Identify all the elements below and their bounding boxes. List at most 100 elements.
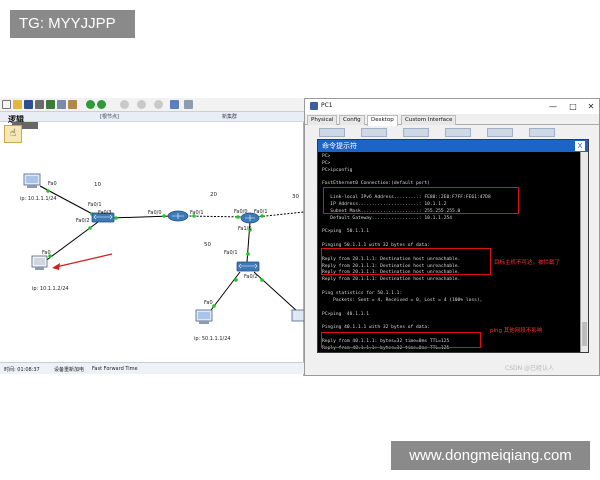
cmd-output-line: FastEthernet0 Connection:(default port) [322, 181, 430, 187]
cmd-output-line: PC>ipconfig [322, 167, 353, 173]
zoom-in-icon[interactable] [120, 100, 129, 109]
link-light [246, 252, 250, 256]
command-prompt-titlebar[interactable]: 命令提示符 X [318, 140, 588, 152]
annotation-box-reply-ok [321, 332, 481, 348]
cmd-output-line: PC> [322, 160, 331, 166]
main-toolbar [0, 98, 304, 112]
cmd-output-line: Reply from 20.1.1.1: Destination host un… [322, 277, 461, 283]
annotation-note-ping-ok: ping 其他网段不影响 [490, 328, 543, 334]
palette-icon[interactable] [170, 100, 179, 109]
network-20-label: 20 [210, 192, 217, 198]
tab-config[interactable]: Config [339, 115, 365, 125]
pc1-window: PC1 — □ ✕ Physical Config Desktop Custom… [304, 98, 600, 376]
pc-app-icon [310, 102, 318, 110]
pc-mid-ip-label: ip: 10.1.1.2/24 [32, 286, 69, 292]
save-icon[interactable] [24, 100, 33, 109]
network-30-label: 30 [292, 194, 299, 200]
scrollbar-thumb[interactable] [582, 322, 587, 346]
topology-canvas[interactable]: Fa0 ip: 10.1.1.1/24 Fa0 ip: 10.1.1.2/24 … [0, 122, 304, 362]
port-label: Fa0 [42, 250, 51, 256]
pc-top-icon[interactable] [23, 173, 41, 188]
undo-icon[interactable] [86, 100, 95, 109]
desktop-app-icon[interactable] [319, 128, 345, 137]
command-prompt-title: 命令提示符 [322, 142, 357, 150]
zoom-out-icon[interactable] [154, 100, 163, 109]
link-switch2-right [253, 271, 299, 313]
port-label: Fa0 [48, 181, 57, 187]
command-prompt-scrollbar[interactable] [580, 152, 588, 352]
desktop-app-icon[interactable] [361, 128, 387, 137]
telegram-watermark: TG: MYYJJPP [10, 10, 135, 38]
link-light [46, 189, 50, 193]
link-light [114, 216, 118, 220]
pc-right-icon[interactable] [291, 309, 304, 322]
copy-icon[interactable] [57, 100, 66, 109]
cmd-output-line: Default Gateway.................: 10.1.1… [322, 215, 452, 221]
cmd-output-line: Pinging 40.1.1.1 with 32 bytes of data: [322, 325, 430, 331]
root-node-label[interactable]: [根节点] [100, 113, 119, 120]
minimize-button[interactable]: — [545, 100, 561, 113]
logical-workspace-bar: [根节点] 新集群 [0, 112, 304, 122]
sim-time: 时间: 01:08:37 [4, 367, 40, 373]
zoom-reset-icon[interactable] [137, 100, 146, 109]
link-light [88, 226, 92, 230]
csdn-author-watermark: CSDN @已经认人 [505, 365, 555, 372]
new-cluster-label[interactable]: 新集群 [222, 113, 237, 120]
port-label: Fa0 [204, 300, 213, 306]
cmd-output-line: Packets: Sent = 4, Received = 0, Lost = … [322, 297, 483, 303]
tab-custom-interface[interactable]: Custom Interface [401, 115, 457, 125]
command-prompt-close-button[interactable]: X [575, 141, 585, 151]
router1-icon[interactable] [167, 210, 189, 222]
desktop-app-icon[interactable] [529, 128, 555, 137]
port-label: Fa0/1 [254, 209, 268, 215]
annotation-arrow [55, 253, 113, 268]
new-file-icon[interactable] [2, 100, 11, 109]
network-50-label: 50 [204, 242, 211, 248]
network-10-label: 10 [94, 182, 101, 188]
cmd-output-line: Ping statistics for 50.1.1.1: [322, 291, 403, 296]
port-label: Fa0/1 [190, 210, 204, 216]
switch2-icon[interactable] [236, 261, 260, 272]
site-watermark: www.dongmeiqiang.com [391, 441, 590, 470]
pc-bottom-icon[interactable] [195, 309, 213, 324]
port-label: Fa0/1 [88, 202, 102, 208]
pc1-tab-bar: Physical Config Desktop Custom Interface [305, 114, 599, 126]
annotation-note-unreachable: 目标主机不可达，被拦截了 [494, 260, 561, 266]
annotation-arrowhead [52, 263, 60, 270]
link-light [260, 278, 264, 282]
port-label: Fa0/1 [224, 250, 238, 256]
pc1-titlebar[interactable]: PC1 — □ ✕ [305, 99, 599, 114]
desktop-app-icons [319, 128, 591, 138]
open-folder-icon[interactable] [13, 100, 22, 109]
tab-desktop[interactable]: Desktop [367, 115, 398, 126]
cmd-output-line: PC> [322, 154, 331, 159]
port-label: Fa0/2 [76, 218, 90, 224]
desktop-app-icon[interactable] [487, 128, 513, 137]
paste-icon[interactable] [68, 100, 77, 109]
maximize-button[interactable]: □ [565, 100, 581, 113]
power-cycle-button[interactable]: 设备重新加电 [54, 366, 84, 373]
print-icon[interactable] [35, 100, 44, 109]
port-label: Fa0/0 [234, 209, 248, 215]
port-label: Fa0/3 [98, 210, 112, 216]
pc-top-ip-label: ip: 10.1.1.1/24 [20, 196, 57, 202]
tab-physical[interactable]: Physical [307, 115, 338, 125]
desktop-app-icon[interactable] [445, 128, 471, 137]
custom-device-icon[interactable] [184, 100, 193, 109]
desktop-app-icon[interactable] [403, 128, 429, 137]
redo-icon[interactable] [97, 100, 106, 109]
link-switch2-pc-bot [207, 271, 241, 315]
activity-wizard-icon[interactable] [46, 100, 55, 109]
close-button[interactable]: ✕ [583, 100, 599, 113]
link-light [234, 278, 238, 282]
screenshot-stage: TG: MYYJJPP [根节点] 新集群 逻辑 ☝ Fa0 ip: 10.1.… [0, 0, 600, 480]
pc-mid-icon[interactable] [31, 255, 48, 270]
cmd-output-line: PC>ping 50.1.1.1 [322, 229, 370, 235]
port-label: Fa0/0 [148, 210, 162, 216]
port-label: Fa1/0 [238, 226, 252, 232]
command-prompt-window: 命令提示符 X PC> PC> PC>ipconfig FastEthernet0 C… [317, 139, 589, 353]
link-light [162, 214, 166, 218]
pt-status-bar: 时间: 01:08:37 设备重新加电 Fast Forward Time [0, 362, 304, 374]
fast-forward-button[interactable]: Fast Forward Time [92, 366, 138, 372]
pc-bottom-ip-label: ip: 50.1.1.1/24 [194, 336, 231, 342]
